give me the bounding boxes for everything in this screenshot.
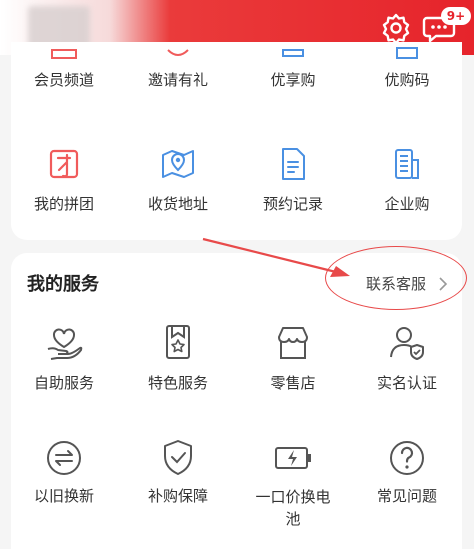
service-item-store[interactable]: 零售店 [237, 323, 349, 393]
user-verified-icon [390, 327, 424, 360]
coupon-code-icon [396, 47, 418, 59]
service-item-guarantee[interactable]: 补购保障 [122, 438, 234, 506]
gear-icon[interactable] [380, 12, 412, 44]
reservation-doc-icon [282, 148, 305, 180]
battery-icon [275, 447, 311, 469]
service-item-self[interactable]: 自助服务 [8, 323, 120, 393]
grid-item-invite[interactable]: 邀请有礼 [122, 46, 234, 90]
highlight-ellipse [325, 246, 467, 310]
grid-item-coupon[interactable]: 优购码 [351, 46, 463, 90]
enterprise-buy-icon [395, 149, 419, 179]
grid-item-reservation[interactable]: 预约记录 [237, 146, 349, 214]
heart-hand-icon [47, 328, 83, 360]
grid-item-member[interactable]: 会员频道 [8, 46, 120, 90]
grid-item-address[interactable]: 收货地址 [122, 146, 234, 214]
message-badge: 9+ [441, 7, 471, 25]
shield-check-icon [164, 440, 192, 475]
store-icon [278, 327, 308, 359]
star-bookmark-icon [166, 325, 190, 359]
question-icon [390, 441, 424, 475]
grid-item-group-buy[interactable]: 我的拼团 [8, 146, 120, 214]
trade-in-icon [47, 441, 81, 475]
group-buy-icon [49, 149, 79, 179]
grid-item-enterprise[interactable]: 企业购 [351, 146, 463, 214]
address-map-icon [162, 150, 194, 178]
member-icon [51, 49, 77, 59]
grid-item-premium[interactable]: 优享购 [237, 46, 349, 90]
service-item-trade-in[interactable]: 以旧换新 [8, 438, 120, 506]
premium-buy-icon [282, 49, 304, 57]
invite-gift-icon [167, 49, 189, 56]
section-title: 我的服务 [27, 274, 99, 295]
service-item-battery[interactable]: 一口价换电池 [237, 438, 349, 530]
service-item-verify[interactable]: 实名认证 [351, 323, 463, 393]
service-item-special[interactable]: 特色服务 [122, 323, 234, 393]
service-item-faq[interactable]: 常见问题 [351, 438, 463, 506]
